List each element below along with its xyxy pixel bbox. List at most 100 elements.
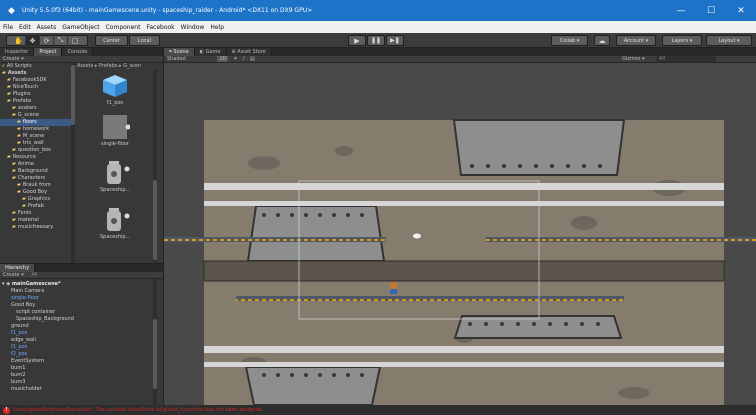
status-bar[interactable]: ! UnassignedReferenceException: The vari…	[0, 405, 756, 415]
tab-asset-store[interactable]: ⊕ Asset Store	[226, 48, 272, 56]
project-tree-item[interactable]: ▰ musicfreesary	[0, 224, 72, 231]
menu-assets[interactable]: Assets	[37, 24, 57, 31]
hierarchy-item[interactable]: f1_pos	[0, 344, 150, 351]
layers-dropdown[interactable]: Layers ▾	[662, 35, 702, 46]
tab-hierarchy[interactable]: Hierarchy	[0, 264, 36, 272]
project-tree-label: Plugins	[12, 91, 31, 97]
project-tree-item[interactable]: ▰ Background	[0, 168, 72, 175]
cloud-button[interactable]: ☁	[594, 35, 610, 46]
rotate-tool-icon[interactable]: ⟳	[40, 35, 54, 46]
hierarchy-scrollbar[interactable]	[153, 279, 157, 406]
project-tree-label: NiceTouch	[12, 84, 39, 90]
hierarchy-item[interactable]: Spaceship_Background	[0, 316, 150, 323]
scene-viewport[interactable]	[164, 63, 756, 405]
scene-search-input[interactable]: All	[656, 56, 716, 62]
project-tree-item[interactable]: ▰ trix_wall	[0, 140, 72, 147]
project-tree-item[interactable]: ▰ NiceTouch	[0, 84, 72, 91]
tab-inspector[interactable]: Inspector	[0, 48, 35, 56]
pivot-local-toggle[interactable]: Local	[129, 35, 160, 46]
lighting-toggle-icon[interactable]: ☀	[233, 56, 237, 62]
hierarchy-item[interactable]: bum1	[0, 365, 150, 372]
project-tree-item[interactable]: ▰ FacebookSDK	[0, 77, 72, 84]
menu-facebook[interactable]: Facebook	[146, 24, 174, 31]
effects-toggle-icon[interactable]: ▤	[250, 56, 255, 62]
project-tree-item[interactable]: ▰ Assets	[0, 70, 72, 77]
tab-game[interactable]: ◐ Game	[194, 48, 227, 56]
close-button[interactable]: ✕	[726, 0, 756, 21]
tab-console[interactable]: Console	[62, 48, 94, 56]
hierarchy-item[interactable]: bum3	[0, 379, 150, 386]
floor-bands	[203, 260, 725, 282]
project-tree-item[interactable]: ▰ Plugins	[0, 91, 72, 98]
project-tree-item[interactable]: ▰ Anime	[0, 161, 72, 168]
project-tree-item[interactable]: ▰ homework	[0, 126, 72, 133]
hierarchy-item[interactable]: edge_wall	[0, 337, 150, 344]
project-tree-item[interactable]: ▰ Prefab	[0, 203, 72, 210]
maximize-button[interactable]: ☐	[696, 0, 726, 21]
rect-tool-icon[interactable]: ▢	[68, 35, 82, 46]
shading-mode-dropdown[interactable]: Shaded	[167, 56, 186, 62]
hierarchy-item[interactable]: ground	[0, 323, 150, 330]
hierarchy-item[interactable]: Good Boy	[0, 302, 150, 309]
menu-component[interactable]: Component	[106, 24, 141, 31]
collab-dropdown[interactable]: Collab ▾	[551, 35, 588, 46]
step-button[interactable]: ▶❚	[386, 35, 404, 46]
hierarchy-search-input[interactable]: All	[31, 272, 37, 278]
hierarchy-item[interactable]: f2_pos	[0, 351, 150, 358]
project-tree-item[interactable]: ▰ material	[0, 217, 72, 224]
menu-file[interactable]: File	[3, 24, 13, 31]
asset-grid-scrollbar[interactable]	[153, 70, 157, 263]
hand-tool-icon[interactable]: ✋	[12, 35, 26, 46]
project-tree-item[interactable]: ▰ Graphics	[0, 196, 72, 203]
hierarchy-item[interactable]: f1_pos	[0, 330, 150, 337]
asset-item[interactable]: Spaceship...	[100, 161, 130, 195]
hierarchy-scene-row[interactable]: ▾ ◈ mainGamescene*	[2, 281, 152, 288]
gizmos-dropdown[interactable]: Gizmos ▾	[622, 56, 645, 62]
tab-scene[interactable]: ⌗ Scene	[164, 48, 195, 56]
project-tree-item[interactable]: ⌕ All Scripts	[0, 63, 72, 70]
asset-breadcrumb[interactable]: Assets ▸ Prefabs ▸ G_scen	[77, 63, 163, 70]
project-tree-item[interactable]: ▰ Prefabs	[0, 98, 72, 105]
folder-icon: ▰	[7, 154, 11, 160]
layout-dropdown[interactable]: Layout ▾	[706, 35, 752, 46]
menu-edit[interactable]: Edit	[19, 24, 31, 31]
asset-item[interactable]: f1_pos	[100, 74, 130, 108]
player-sprite[interactable]	[390, 282, 397, 294]
hierarchy-item[interactable]: Main Camera	[0, 288, 150, 295]
project-tree-item[interactable]: ▰ Resource	[0, 154, 72, 161]
hierarchy-item[interactable]: bum2	[0, 372, 150, 379]
project-tree-item[interactable]: ▰ Fonts	[0, 210, 72, 217]
mode-2d-toggle[interactable]: 2D	[217, 56, 229, 62]
pivot-center-toggle[interactable]: Center	[95, 35, 128, 46]
project-create-button[interactable]: Create ▾	[3, 56, 24, 62]
hierarchy-item[interactable]: EventSystem	[0, 358, 150, 365]
move-tool-icon[interactable]: ✥	[26, 35, 40, 46]
audio-toggle-icon[interactable]: ♪	[242, 56, 245, 62]
project-tree-item[interactable]: ▰ avatars	[0, 105, 72, 112]
hierarchy-item[interactable]: single-floor	[0, 295, 150, 302]
tab-project[interactable]: Project	[34, 48, 63, 56]
hierarchy-item[interactable]: musicholder	[0, 386, 150, 393]
menu-gameobject[interactable]: GameObject	[62, 24, 99, 31]
account-dropdown[interactable]: Account ▾	[616, 35, 656, 46]
pause-button[interactable]: ❚❚	[367, 35, 385, 46]
project-tree-item[interactable]: ▰ Brauk from	[0, 182, 72, 189]
object-gizmo[interactable]	[413, 233, 421, 239]
asset-item[interactable]: single-floor	[100, 115, 131, 149]
play-icon: ▶	[354, 36, 360, 45]
menu-help[interactable]: Help	[210, 24, 224, 31]
project-tree-item[interactable]: ▰ floors	[0, 119, 72, 126]
project-tree-item[interactable]: ▰ Characters	[0, 175, 72, 182]
project-tree-item[interactable]: ▰ Good Boy	[0, 189, 72, 196]
hierarchy-create-button[interactable]: Create ▾	[3, 272, 24, 278]
project-tree-item[interactable]: ▰ G_scene	[0, 112, 72, 119]
menu-window[interactable]: Window	[181, 24, 205, 31]
asset-item[interactable]: Spaceship...	[100, 208, 130, 242]
project-tree-item[interactable]: ▰ question_box	[0, 147, 72, 154]
hierarchy-item[interactable]: script container	[0, 309, 150, 316]
play-button[interactable]: ▶	[348, 35, 366, 46]
project-tree-scrollbar[interactable]	[71, 63, 75, 263]
scale-tool-icon[interactable]: ⤡	[54, 35, 68, 46]
project-tree-item[interactable]: ▰ M_scene	[0, 133, 72, 140]
minimize-button[interactable]: —	[666, 0, 696, 21]
